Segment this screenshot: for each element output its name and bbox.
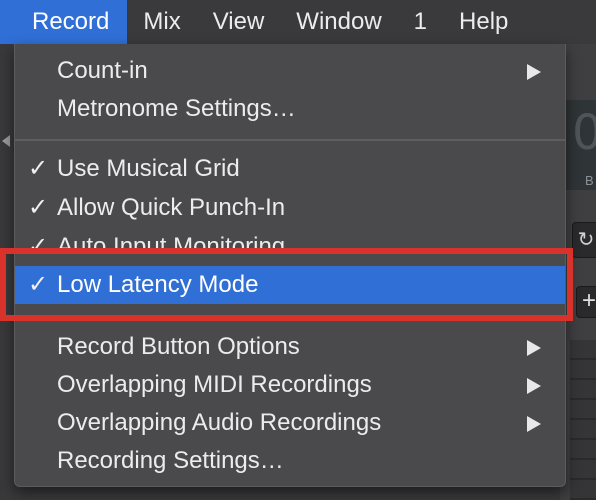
menu-item-overlapping-audio-recordings[interactable]: Overlapping Audio Recordings <box>15 404 565 442</box>
menu-item-label: Recording Settings… <box>57 447 284 474</box>
cycle-icon: ↻ <box>577 229 595 251</box>
plus-icon: + <box>581 287 596 314</box>
submenu-arrow-icon <box>527 64 541 80</box>
menu-item-label: Low Latency Mode <box>57 271 259 298</box>
menubar-help[interactable]: Help <box>443 0 524 44</box>
menu-item-allow-quick-punch-in[interactable]: ✓ Allow Quick Punch-In <box>15 189 565 227</box>
checkmark-icon: ✓ <box>27 271 49 298</box>
menubar-mix[interactable]: Mix <box>127 0 196 44</box>
menubar-record[interactable]: Record <box>0 0 128 44</box>
menu-item-label: Overlapping MIDI Recordings <box>57 371 372 398</box>
menu-bar: Record Mix View Window 1 Help <box>0 0 596 44</box>
lcd-digit: 0 <box>572 105 596 161</box>
menu-item-count-in[interactable]: Count-in <box>15 52 565 90</box>
menu-item-recording-settings[interactable]: Recording Settings… <box>15 442 565 480</box>
checkmark-icon: ✓ <box>27 155 49 182</box>
menu-item-metronome-settings[interactable]: Metronome Settings… <box>15 90 565 128</box>
menu-separator <box>15 139 565 141</box>
menu-item-label: Metronome Settings… <box>57 95 296 122</box>
record-menu: Count-in Metronome Settings… ✓ Use Music… <box>14 44 566 487</box>
menubar-1[interactable]: 1 <box>398 0 443 44</box>
menu-item-overlapping-midi-recordings[interactable]: Overlapping MIDI Recordings <box>15 366 565 404</box>
left-arrow-icon[interactable] <box>2 135 10 147</box>
lcd-label: B <box>585 173 594 188</box>
menu-item-low-latency-mode[interactable]: ✓ Low Latency Mode <box>15 266 565 304</box>
menu-item-record-button-options[interactable]: Record Button Options <box>15 328 565 366</box>
submenu-arrow-icon <box>527 378 541 394</box>
track-area <box>570 340 596 500</box>
checkmark-icon: ✓ <box>27 194 49 221</box>
menu-item-label: Auto Input Monitoring <box>57 233 286 248</box>
menu-item-label: Allow Quick Punch-In <box>57 194 286 221</box>
menu-item-label: Count-in <box>57 57 148 84</box>
menu-item-use-musical-grid[interactable]: ✓ Use Musical Grid <box>15 150 565 188</box>
add-track-button[interactable]: + <box>576 286 596 318</box>
menu-item-label: Use Musical Grid <box>57 155 240 182</box>
cycle-button[interactable]: ↻ <box>572 222 596 258</box>
menubar-window[interactable]: Window <box>280 0 397 44</box>
submenu-arrow-icon <box>527 416 541 432</box>
menu-item-auto-input-monitoring[interactable]: ✓ Auto Input Monitoring <box>15 228 565 248</box>
checkmark-icon: ✓ <box>27 233 49 248</box>
submenu-arrow-icon <box>527 340 541 356</box>
menu-item-label: Record Button Options <box>57 333 300 360</box>
menu-item-label: Overlapping Audio Recordings <box>57 409 382 436</box>
menubar-view[interactable]: View <box>197 0 281 44</box>
